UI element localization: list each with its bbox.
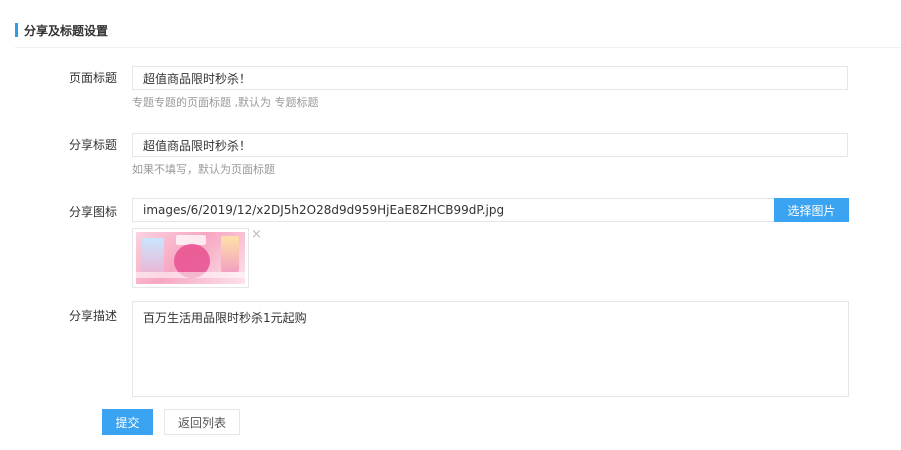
select-image-button[interactable]: 选择图片 bbox=[774, 198, 849, 222]
share-icon-thumbnail bbox=[132, 228, 249, 288]
section-divider bbox=[15, 47, 901, 48]
share-title-input[interactable] bbox=[132, 133, 848, 157]
thumbnail-stripe bbox=[136, 272, 245, 278]
share-desc-textarea[interactable]: 百万生活用品限时秒杀1元起购 bbox=[132, 301, 849, 397]
page-title-hint: 专题专题的页面标题 ,默认为 专题标题 bbox=[132, 96, 319, 109]
page-title-label: 页面标题 bbox=[68, 71, 117, 85]
page-title-input[interactable] bbox=[132, 66, 848, 90]
thumbnail-product-left bbox=[142, 238, 164, 272]
remove-image-icon[interactable]: × bbox=[251, 228, 262, 242]
share-title-hint: 如果不填写，默认为页面标题 bbox=[132, 163, 275, 176]
section-accent-bar bbox=[15, 23, 18, 37]
share-desc-label: 分享描述 bbox=[68, 309, 117, 323]
submit-button[interactable]: 提交 bbox=[102, 409, 153, 435]
share-title-label: 分享标题 bbox=[68, 138, 117, 152]
back-to-list-button[interactable]: 返回列表 bbox=[164, 409, 240, 435]
thumbnail-image bbox=[136, 232, 245, 284]
share-icon-path-field[interactable]: images/6/2019/12/x2DJ5h2O28d9d959HjEaE8Z… bbox=[132, 198, 774, 222]
thumbnail-product-right bbox=[221, 236, 239, 272]
section-header: 分享及标题设置 bbox=[15, 22, 108, 38]
section-title: 分享及标题设置 bbox=[24, 23, 109, 38]
share-icon-label: 分享图标 bbox=[68, 205, 117, 219]
